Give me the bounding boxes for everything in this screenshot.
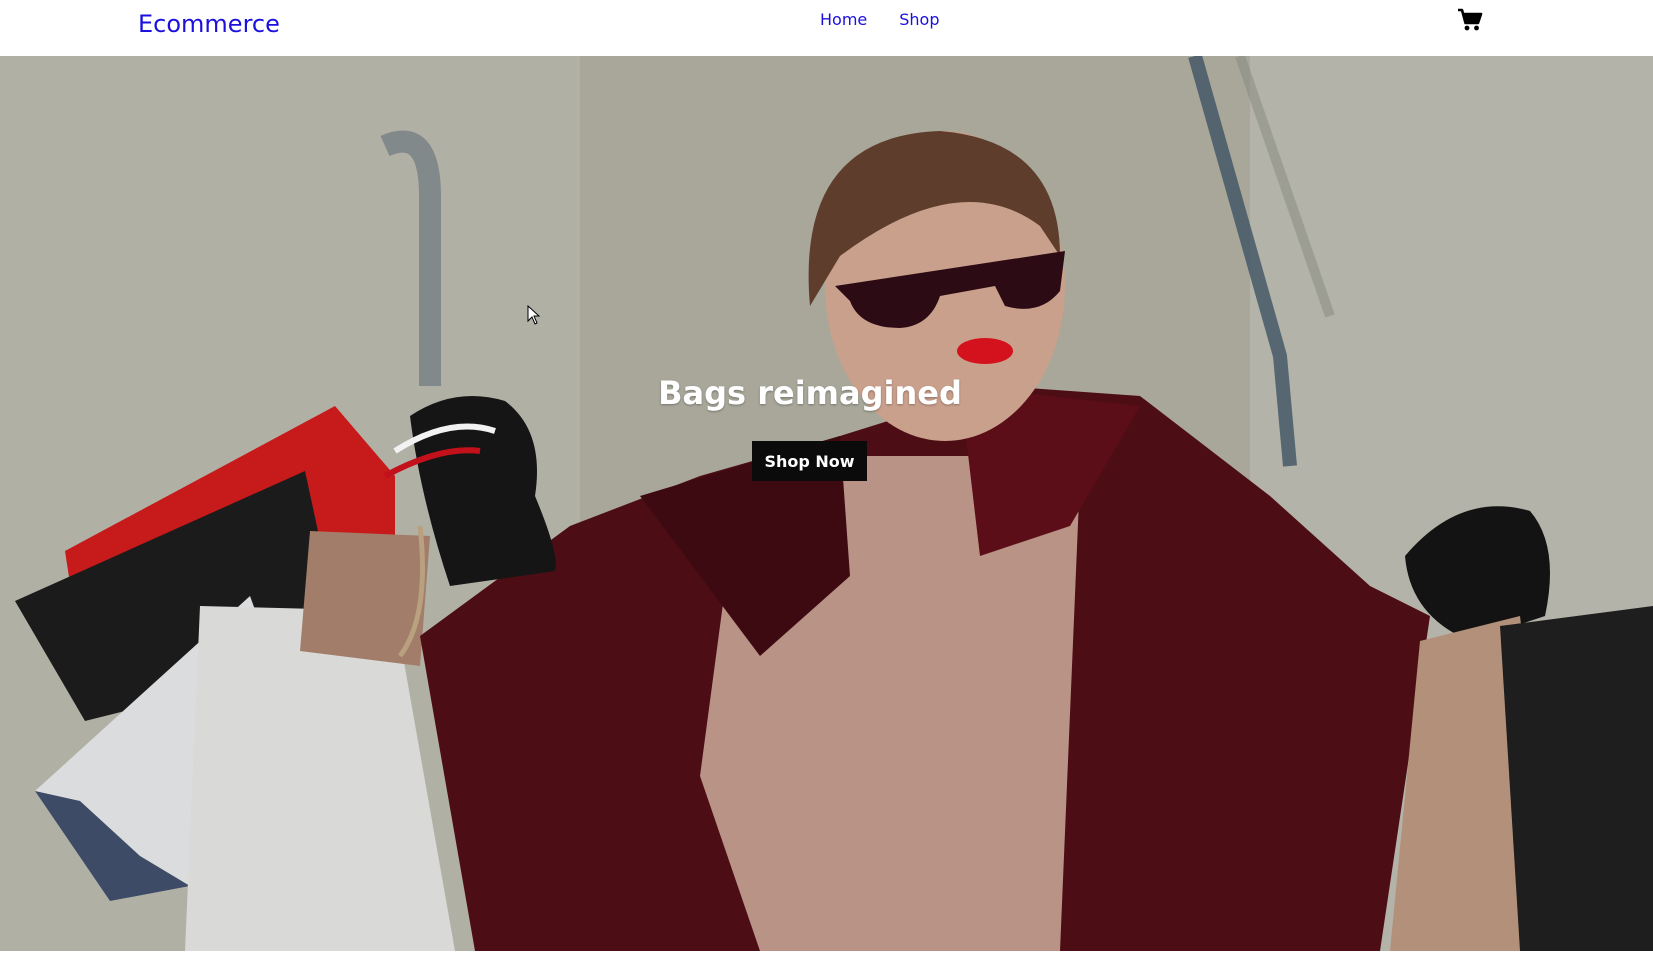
shopping-cart-icon[interactable] — [1457, 7, 1483, 33]
page-bottom-strip — [0, 951, 1653, 962]
shop-now-button[interactable]: Shop Now — [752, 441, 867, 481]
nav-link-home[interactable]: Home — [820, 10, 867, 29]
navbar: Ecommerce Home Shop — [0, 0, 1653, 56]
hero-background-image — [0, 56, 1653, 951]
hero-banner: Bags reimagined Shop Now — [0, 56, 1653, 951]
mouse-pointer-icon — [527, 304, 541, 330]
brand-logo-link[interactable]: Ecommerce — [138, 10, 280, 38]
nav-links: Home Shop — [820, 10, 940, 29]
nav-link-shop[interactable]: Shop — [899, 10, 939, 29]
hero-title: Bags reimagined — [658, 374, 962, 412]
